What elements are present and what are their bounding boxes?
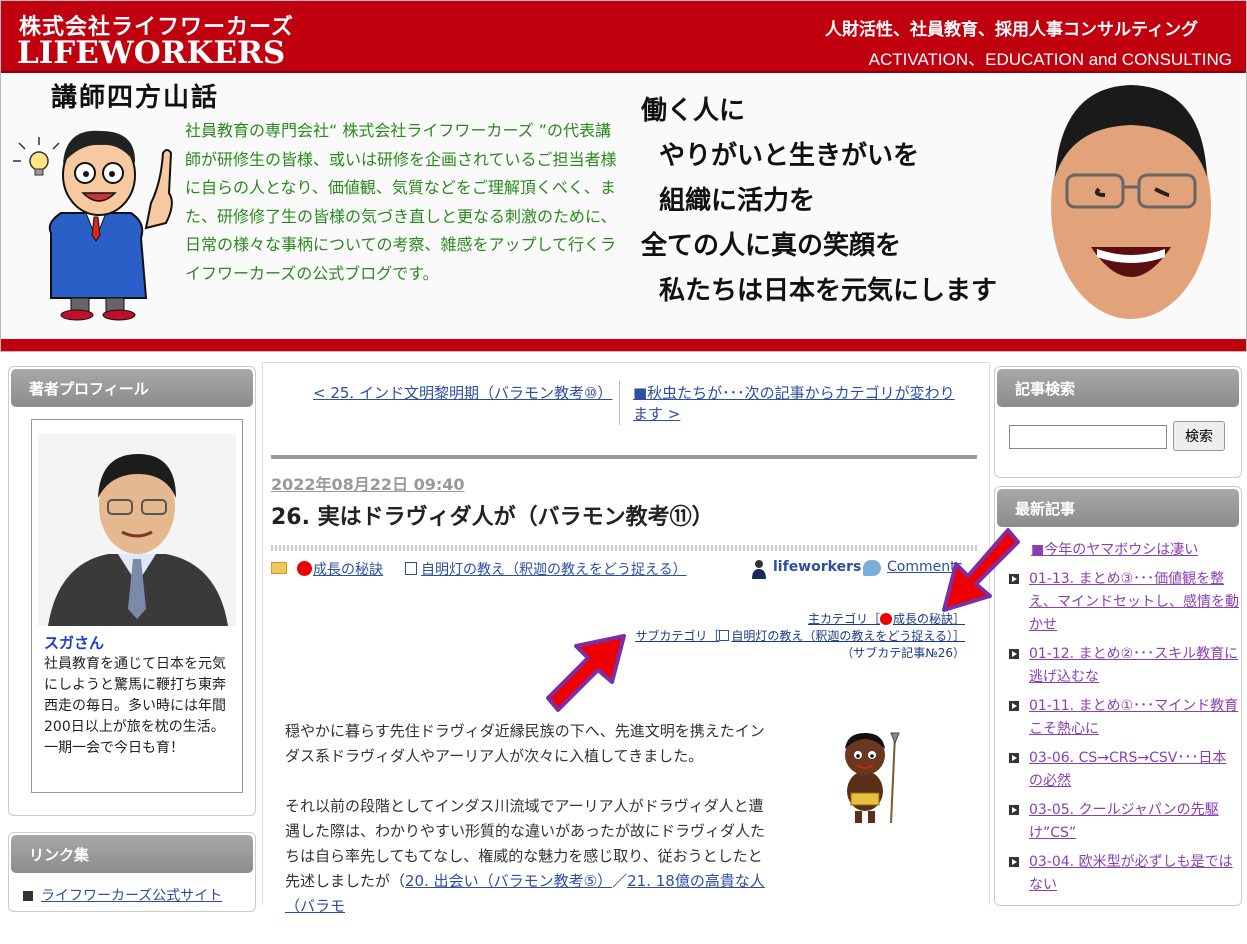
recent-posts-list: ■今年のヤマボウシは凄い 01-13. まとめ③･･･価値観を整え、マインドセッ… [1007,539,1239,903]
author-name: スガさん [44,634,105,652]
title-rule [271,545,977,551]
presenter-face-photo [1051,85,1211,319]
red-arrow-annotation [546,634,626,712]
list-item: 01-11. まとめ①･･･マインド教育こそ熱心に [1007,695,1239,741]
list-item: ■今年のヤマボウシは凄い [1007,539,1239,562]
category-label: 成長の秘訣 [313,562,383,578]
inline-article-link[interactable]: 20. 出会い（バラモン教考⑤） [405,872,612,890]
sub-category-prefix: サブカテゴリ［ [635,629,720,643]
mission-statement: 働く人に やりがいと生きがいを 組織に活力を 全ての人に真の笑顔を 私たちは日本… [641,89,1061,314]
blog-title: 講師四方山話 [51,83,220,113]
sub-category-line: サブカテゴリ［ 自明灯の教え（釈迦の教えをどう捉える）］ [635,628,965,645]
box-glyph-icon [719,630,730,641]
search-input[interactable] [1009,425,1167,449]
paragraph: 穏やかに暮らす先住ドラヴィダ近縁民族の下へ、先進文明を携えたインダス系ドラヴィダ… [285,722,765,765]
links-heading: リンク集 [11,835,253,873]
bullet-icon [1009,805,1019,815]
blog-intro-text: 社員教育の専門会社“ 株式会社ライフワーカーズ ”の代表講師が研修生の皆様、或い… [185,121,617,283]
list-item: 03-06. CS→CRS→CSV･･･日本の必然 [1007,747,1239,793]
recent-posts-widget: 最新記事 ■今年のヤマボウシは凄い 01-13. まとめ③･･･価値観を整え、マ… [994,486,1242,906]
bullet-icon [1009,857,1019,867]
company-name-en: LIFEWORKERS [17,35,286,71]
category-link[interactable]: 成長の秘訣 [297,559,383,579]
recent-post-link[interactable]: ■今年のヤマボウシは凄い [1031,542,1198,558]
red-dot-icon [297,561,312,576]
bullet-icon [23,891,33,901]
article-body: 穏やかに暮らす先住ドラヴィダ近縁民族の下へ、先進文明を携えたインダス系ドラヴィダ… [285,719,765,944]
link-separator: ／ [612,872,628,890]
list-item: 01-12. まとめ②･･･スキル教育に逃げ込むな [1007,643,1239,689]
sub-category-link[interactable]: サブカテゴリ［ 自明灯の教え（釈迦の教えをどう捉える）］ [635,629,965,643]
mission-line: 組織に活力を [659,186,816,216]
subcategory-link[interactable]: 自明灯の教え（釈迦の教えをどう捉える） [405,559,687,579]
post-meta: 成長の秘訣 自明灯の教え（釈迦の教えをどう捉える） lifeworkers Co… [271,559,991,583]
recent-post-link[interactable]: 03-04. 欧米型が必ずしも是ではない [1029,854,1233,893]
mission-line: 全ての人に真の笑顔を [641,231,902,261]
header-red-bar: 株式会社ライフワーカーズ LIFEWORKERS 人財活性、社員教育、採用人事コ… [1,1,1246,73]
subcategory-label: 自明灯の教え（釈迦の教えをどう捉える） [421,562,687,578]
paragraph: それ以前の段階としてインダス川流域でアーリア人がドラヴィダ人と遭遇した際は、わか… [285,794,765,919]
mission-line: 働く人に [641,96,746,126]
header-red-strip [1,339,1246,351]
tagline-en: ACTIVATION、EDUCATION and CONSULTING [868,50,1232,69]
bullet-icon [1009,701,1019,711]
search-button[interactable]: 検索 [1173,421,1225,451]
profile-widget: 著者プロフィール スガさん 社員教育を通じて日本を元気にしようと驚馬に鞭打ち東奔… [8,366,256,816]
sub-category-name: 自明灯の教え（釈迦の教えをどう捉える） [731,629,953,643]
red-arrow-annotation [942,528,1020,612]
list-item: 03-04. 欧米型が必ずしも是ではない [1007,851,1239,897]
folder-icon [271,562,287,574]
red-dot-icon [879,613,892,625]
box-glyph-icon [405,562,417,575]
article-top-rule [271,455,977,459]
mascot-illustration [13,130,173,321]
main-category-line: 主カテゴリ［ 成長の秘訣］ [635,611,965,628]
search-heading: 記事検索 [997,369,1239,407]
nav-divider [619,381,620,425]
sub-category-count: （サブカテ記事№26） [841,646,965,660]
sub-category-suffix: ］ [952,629,965,643]
profile-card: スガさん 社員教育を通じて日本を元気にしようと驚馬に鞭打ち東奔西走の毎日。多い時… [31,419,243,793]
comment-icon [863,560,881,576]
recent-post-link[interactable]: 01-11. まとめ①･･･マインド教育こそ熱心に [1029,698,1238,737]
mission-line: 私たちは日本を元気にします [659,276,998,306]
site-header: 株式会社ライフワーカーズ LIFEWORKERS 人財活性、社員教育、採用人事コ… [0,0,1247,352]
author-bio: 社員教育を通じて日本を元気にしようと驚馬に鞭打ち東奔西走の毎日。多い時には年間2… [44,656,226,756]
official-site-link[interactable]: ライフワーカーズ公式サイト [41,888,222,904]
dravida-figure-illustration [845,732,900,824]
list-item: 03-05. クールジャパンの先駆け”CS” [1007,799,1239,845]
main-category-prefix: 主カテゴリ［ [807,612,880,626]
recent-post-link[interactable]: 03-05. クールジャパンの先駆け”CS” [1029,802,1219,841]
profile-heading: 著者プロフィール [11,369,253,407]
next-post-link[interactable]: ■秋虫たちが･･･次の記事からカテゴリが変わります > [633,383,963,425]
link-item: ライフワーカーズ公式サイト [23,885,222,905]
recent-post-link[interactable]: 03-06. CS→CRS→CSV･･･日本の必然 [1029,750,1226,789]
recent-heading: 最新記事 [997,489,1239,527]
author-link[interactable]: lifeworkers [773,559,861,575]
bullet-icon [1009,649,1019,659]
post-title: 26. 実はドラヴィダ人が（バラモン教考⑪） [271,505,714,530]
recent-post-link[interactable]: 01-12. まとめ②･･･スキル教育に逃げ込むな [1029,646,1238,685]
post-date: 2022年08月22日 09:40 [271,475,465,494]
search-widget: 記事検索 検索 [994,366,1242,478]
author-photo [38,434,236,626]
bullet-icon [1009,753,1019,763]
category-info: 主カテゴリ［ 成長の秘訣］ サブカテゴリ［ 自明灯の教え（釈迦の教えをどう捉える）］… [635,611,965,662]
recent-post-link[interactable]: 01-13. まとめ③･･･価値観を整え、マインドセットし、感情を動かせ [1029,571,1239,633]
prev-post-link[interactable]: < 25. インド文明黎明期（バラモン教考⑩） [313,383,612,404]
user-icon [752,560,766,579]
list-item: 01-13. まとめ③･･･価値観を整え、マインドセットし、感情を動かせ [1007,568,1239,637]
tagline-jp: 人財活性、社員教育、採用人事コンサルティング [825,20,1198,40]
links-widget: リンク集 ライフワーカーズ公式サイト [8,832,256,912]
mission-line: やりがいと生きがいを [659,141,920,171]
